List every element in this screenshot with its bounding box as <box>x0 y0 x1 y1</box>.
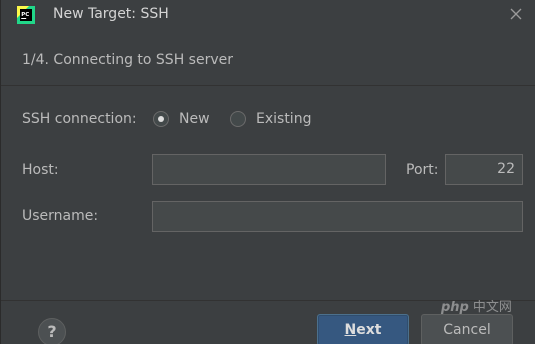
next-button-label: ext <box>356 322 382 338</box>
port-label: Port: <box>406 162 439 178</box>
window-title: New Target: SSH <box>53 6 169 22</box>
cancel-button[interactable]: Cancel <box>421 314 513 344</box>
title-bar[interactable]: PC New Target: SSH <box>1 0 535 32</box>
help-button[interactable]: ? <box>38 318 66 344</box>
svg-text:PC: PC <box>21 12 29 18</box>
host-input[interactable] <box>152 154 386 185</box>
dialog-footer: ? Next Cancel <box>1 300 535 344</box>
next-button[interactable]: Next <box>317 314 409 344</box>
new-target-ssh-dialog: PC New Target: SSH 1/4. Connecting to SS… <box>0 0 535 344</box>
radio-existing-label[interactable]: Existing <box>256 111 311 127</box>
radio-new[interactable] <box>153 111 169 127</box>
pycharm-app-icon: PC <box>17 6 35 24</box>
host-label: Host: <box>22 162 59 178</box>
username-input[interactable] <box>152 201 523 232</box>
step-title: 1/4. Connecting to SSH server <box>22 52 233 68</box>
port-input[interactable]: 22 <box>445 154 523 185</box>
close-icon[interactable] <box>508 6 524 22</box>
form-body: SSH connection: New Existing Host: Port:… <box>1 86 535 300</box>
next-button-mnemonic: N <box>344 322 357 338</box>
username-label: Username: <box>22 208 99 224</box>
step-banner: 1/4. Connecting to SSH server <box>1 32 535 86</box>
ssh-connection-label: SSH connection: <box>22 111 137 127</box>
radio-existing[interactable] <box>230 111 246 127</box>
radio-new-label[interactable]: New <box>179 111 210 127</box>
